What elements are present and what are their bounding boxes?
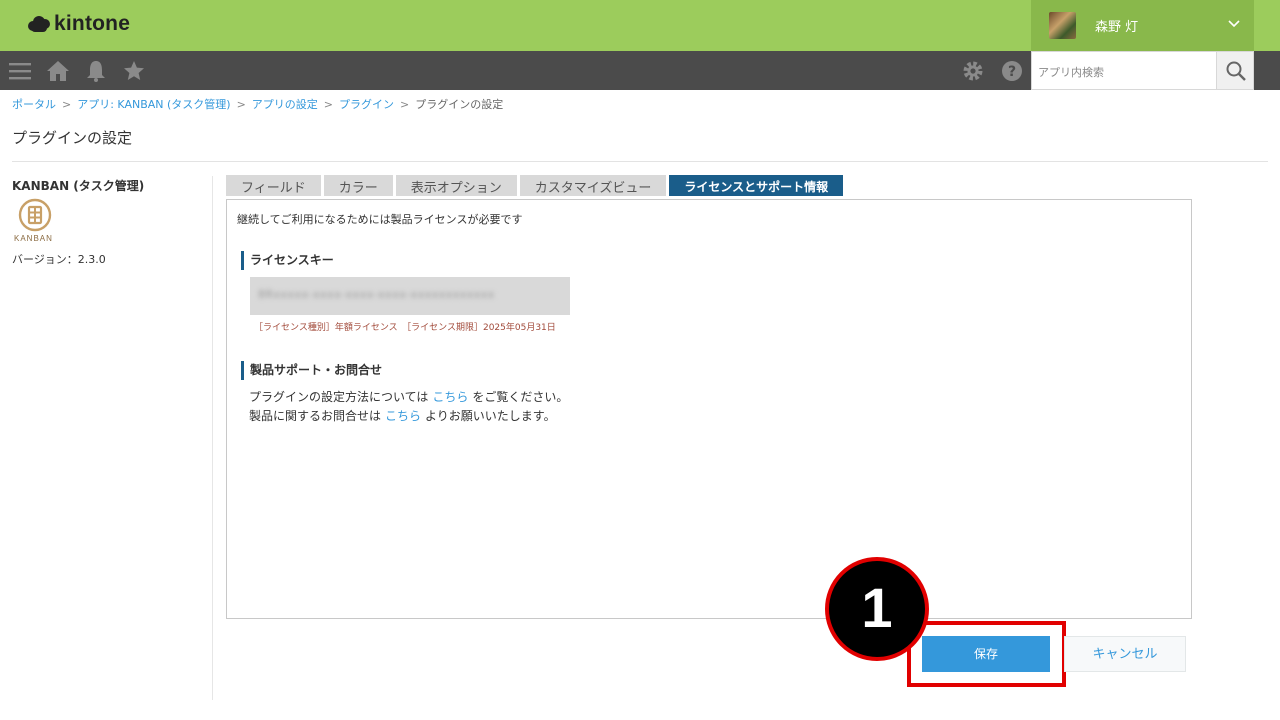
save-button[interactable]: 保存 xyxy=(922,636,1050,672)
kintone-logo[interactable]: kintone xyxy=(28,12,130,36)
logo-text: kintone xyxy=(54,12,131,35)
search-button[interactable] xyxy=(1216,51,1254,90)
support-text: 製品に関するお問合せは xyxy=(249,409,382,423)
column-divider xyxy=(212,176,213,700)
plugin-version: バージョン：2.3.0 xyxy=(12,253,106,266)
breadcrumb-app[interactable]: アプリ: KANBAN (タスク管理) xyxy=(77,98,230,111)
breadcrumb-plugins[interactable]: プラグイン xyxy=(339,98,394,111)
support-line-settings: プラグインの設定方法については こちら をご覧ください。 xyxy=(249,388,568,405)
license-key-value: 8Rxxxxx-xxxx-xxxx-xxxx-xxxxxxxxxxxx xyxy=(258,288,495,301)
tab-color[interactable]: カラー xyxy=(323,175,393,196)
kanban-plugin-logo: KANBAN xyxy=(14,197,58,245)
tab-license-support[interactable]: ライセンスとサポート情報 xyxy=(669,175,844,196)
tab-field[interactable]: フィールド xyxy=(226,175,321,196)
breadcrumb-separator: > xyxy=(236,98,246,111)
kanban-icon xyxy=(18,198,52,232)
license-key-field[interactable]: 8Rxxxxx-xxxx-xxxx-xxxx-xxxxxxxxxxxx xyxy=(250,277,570,315)
kintone-cloud-icon xyxy=(28,15,50,33)
avatar xyxy=(1049,12,1076,39)
divider xyxy=(12,161,1268,162)
support-text: をご覧ください。 xyxy=(472,390,569,404)
breadcrumb-separator: > xyxy=(323,98,334,111)
license-notice: 継続してご利用になるためには製品ライセンスが必要です xyxy=(237,213,523,226)
cancel-button[interactable]: キャンセル xyxy=(1064,636,1186,672)
inquiry-link[interactable]: こちら xyxy=(385,409,421,423)
breadcrumb-app-settings[interactable]: アプリの設定 xyxy=(252,98,318,111)
breadcrumb-separator: > xyxy=(62,98,72,111)
breadcrumb: ポータル > アプリ: KANBAN (タスク管理) > アプリの設定 > プラグイン > プラ… xyxy=(12,96,503,112)
support-text: よりお願いいたします。 xyxy=(425,409,556,423)
tab-display-options[interactable]: 表示オプション xyxy=(395,175,517,196)
app-search-input[interactable]: アプリ内検索 xyxy=(1031,51,1217,90)
home-icon[interactable] xyxy=(46,59,70,83)
chevron-down-icon xyxy=(1228,20,1240,28)
gear-icon[interactable] xyxy=(961,59,985,83)
breadcrumb-separator: > xyxy=(400,98,410,111)
top-header: kintone 森野 灯 xyxy=(0,0,1280,51)
page-title: プラグインの設定 xyxy=(12,129,133,147)
bell-icon[interactable] xyxy=(84,59,108,83)
search-icon xyxy=(1226,61,1246,81)
tab-custom-view[interactable]: カスタマイズビュー xyxy=(519,175,667,196)
support-heading: 製品サポート・お問合せ xyxy=(241,361,382,380)
kanban-logo-text: KANBAN xyxy=(14,234,53,243)
settings-tabs: フィールド カラー 表示オプション カスタマイズビュー ライセンスとサポート情報 xyxy=(226,175,844,196)
license-key-heading: ライセンスキー xyxy=(241,251,334,270)
star-icon[interactable] xyxy=(122,59,146,83)
support-line-inquiry: 製品に関するお問合せは こちら よりお願いいたします。 xyxy=(249,407,556,424)
user-name: 森野 灯 xyxy=(1095,20,1139,35)
breadcrumb-current: プラグインの設定 xyxy=(415,98,504,111)
plugin-name: KANBAN (タスク管理) xyxy=(12,179,145,193)
menu-icon[interactable] xyxy=(8,59,32,83)
support-text: プラグインの設定方法については xyxy=(249,390,429,404)
license-panel: 継続してご利用になるためには製品ライセンスが必要です ライセンスキー 8Rxxx… xyxy=(226,199,1192,619)
svg-text:?: ? xyxy=(1008,64,1016,80)
user-menu[interactable]: 森野 灯 xyxy=(1031,0,1254,51)
license-info: ［ライセンス種別］年額ライセンス ［ライセンス期限］2025年05月31日 xyxy=(254,323,556,333)
settings-guide-link[interactable]: こちら xyxy=(432,390,468,404)
step-number-badge: 1 xyxy=(825,557,929,661)
help-icon[interactable]: ? xyxy=(1000,59,1024,83)
breadcrumb-portal[interactable]: ポータル xyxy=(12,98,56,111)
